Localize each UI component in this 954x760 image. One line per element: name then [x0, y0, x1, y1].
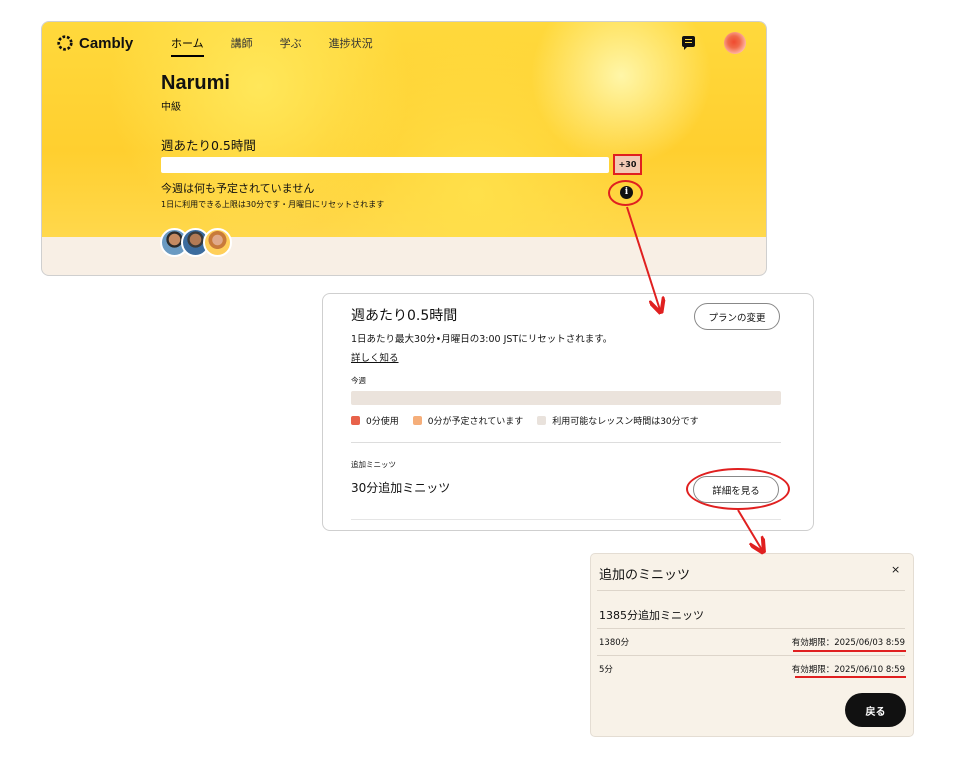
divider [597, 655, 905, 656]
nav-item-progress[interactable]: 進捗状況 [329, 35, 373, 57]
reset-info: 1日あたり最大30分•月曜日の3:00 JSTにリセットされます。 [351, 334, 613, 345]
legend-scheduled-swatch [412, 416, 422, 425]
chat-icon[interactable] [682, 36, 695, 50]
total-extra-minutes: 1385分追加ミニッツ [599, 609, 704, 622]
learn-more-link[interactable]: 詳しく知る [351, 350, 399, 364]
row-1-expiry: 有効期限：2025/06/03 8:59 [791, 638, 905, 648]
user-name: Narumi [161, 72, 230, 94]
close-icon[interactable]: × [891, 563, 900, 576]
view-details-button[interactable]: 詳細を見る [693, 476, 779, 503]
divider [597, 628, 905, 629]
info-icon[interactable]: i [620, 186, 633, 199]
row-2-minutes: 5分 [599, 665, 613, 675]
daily-limit-note: 1日に利用できる上限は30分です・月曜日にリセットされます [161, 200, 385, 209]
hero-banner: Cambly ホーム 講師 学ぶ 進捗状況 Narumi 中級 週あたり0.5時… [42, 22, 766, 237]
this-week-label: 今週 [351, 376, 366, 385]
nav-item-home[interactable]: ホーム [171, 35, 204, 57]
app-window: Cambly ホーム 講師 学ぶ 進捗状況 Narumi 中級 週あたり0.5時… [41, 21, 767, 276]
weekly-details-panel: 週あたり0.5時間 プランの変更 1日あたり最大30分•月曜日の3:00 JST… [322, 293, 814, 531]
main-nav: ホーム 講師 学ぶ 進捗状況 [171, 35, 373, 57]
weekly-progress-bar [161, 157, 609, 173]
divider [597, 590, 905, 591]
highlight-underline [793, 650, 906, 652]
back-button[interactable]: 戻る [845, 693, 906, 727]
info-highlight-ring: i [608, 180, 643, 206]
this-week-bar [351, 391, 781, 405]
legend-available-label: 利用可能なレッスン時間は30分です [552, 417, 699, 427]
modal-title: 追加のミニッツ [599, 568, 691, 583]
logo[interactable]: Cambly [56, 34, 133, 52]
nav-item-learn[interactable]: 学ぶ [280, 35, 302, 57]
legend-used: 0分使用 [351, 414, 399, 427]
legend-available-swatch [537, 416, 547, 425]
legend-available: 利用可能なレッスン時間は30分です [537, 414, 699, 427]
legend-used-swatch [351, 416, 360, 425]
extra-minutes-modal: 追加のミニッツ × 1385分追加ミニッツ 1380分 有効期限：2025/06… [591, 554, 913, 736]
nav-item-tutors[interactable]: 講師 [231, 35, 253, 57]
divider [351, 519, 781, 520]
tutor-avatar-3[interactable] [203, 228, 232, 257]
row-1-minutes: 1380分 [599, 638, 630, 648]
row-2-expiry: 有効期限：2025/06/10 8:59 [791, 665, 905, 675]
extra-minutes-value: 30分追加ミニッツ [351, 481, 451, 495]
cambly-logo-icon [57, 35, 73, 51]
highlight-underline [795, 676, 906, 678]
divider [351, 442, 781, 443]
weekly-hours-title: 週あたり0.5時間 [161, 138, 256, 153]
legend-used-label: 0分使用 [366, 417, 399, 427]
extra-minutes-label: 追加ミニッツ [351, 460, 396, 469]
usage-legend: 0分使用 0分が予定されています 利用可能なレッスン時間は30分です [351, 414, 699, 427]
add-minutes-button[interactable]: +30 [613, 154, 642, 175]
user-avatar[interactable] [724, 32, 746, 54]
legend-scheduled-label: 0分が予定されています [427, 417, 524, 427]
panel-title: 週あたり0.5時間 [351, 308, 458, 324]
logo-text: Cambly [79, 34, 134, 52]
change-plan-button[interactable]: プランの変更 [694, 303, 780, 330]
legend-scheduled: 0分が予定されています [412, 414, 524, 427]
schedule-status: 今週は何も予定されていません [161, 182, 315, 195]
user-level: 中級 [161, 102, 181, 113]
